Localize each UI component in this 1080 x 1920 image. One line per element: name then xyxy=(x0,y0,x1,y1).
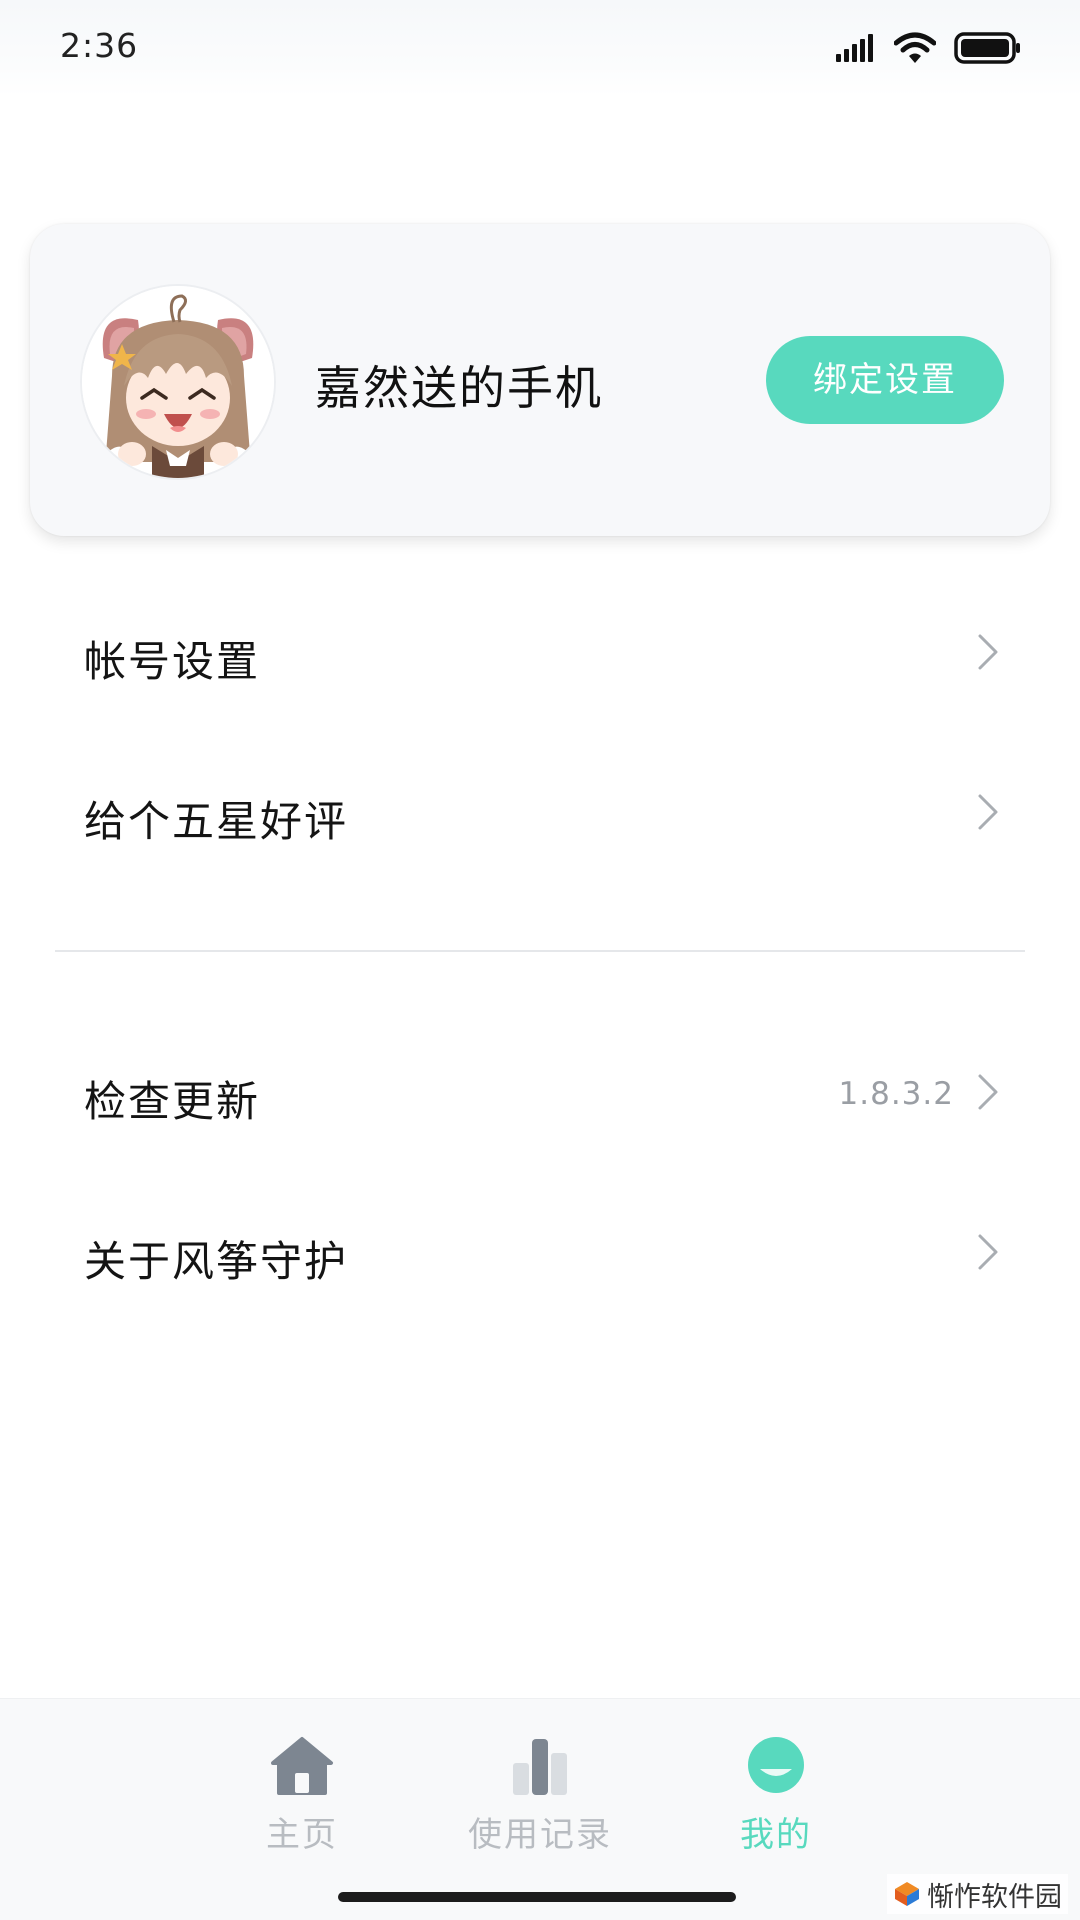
bind-settings-button[interactable]: 绑定设置 xyxy=(766,336,1004,424)
menu-item-label: 检查更新 xyxy=(84,1077,261,1126)
bar-chart-icon xyxy=(513,1739,567,1795)
menu-item-account-settings[interactable]: 帐号设置 xyxy=(0,592,1080,712)
wifi-icon xyxy=(894,32,936,63)
tab-mine[interactable]: 我的 xyxy=(686,1735,866,1865)
menu-item-label: 帐号设置 xyxy=(84,637,261,686)
menu-item-label: 给个五星好评 xyxy=(84,797,349,846)
chevron-right-icon xyxy=(978,1234,998,1270)
chevron-right-icon xyxy=(978,634,998,670)
device-name: 嘉然送的手机 xyxy=(315,361,603,415)
tab-home[interactable]: 主页 xyxy=(212,1735,392,1865)
chevron-right-icon xyxy=(978,1074,998,1110)
status-bar: 2:36 xyxy=(0,0,1080,96)
menu-item-about[interactable]: 关于风筝守护 xyxy=(0,1192,1080,1312)
menu-item-five-star-review[interactable]: 给个五星好评 xyxy=(0,752,1080,872)
tab-label: 我的 xyxy=(740,1815,812,1855)
watermark: 惭怍软件园 xyxy=(887,1874,1068,1914)
tab-label: 主页 xyxy=(266,1815,338,1855)
menu-item-label: 关于风筝守护 xyxy=(84,1237,349,1286)
battery-icon xyxy=(954,32,1020,64)
chevron-right-icon xyxy=(978,794,998,830)
watermark-logo-icon xyxy=(895,1882,919,1906)
profile-icon xyxy=(748,1737,804,1793)
tab-label: 使用记录 xyxy=(468,1815,612,1855)
profile-card[interactable]: 嘉然送的手机 绑定设置 xyxy=(30,224,1050,536)
home-icon xyxy=(271,1737,333,1795)
screen: 2:36 嘉然送的手机 绑定设置 帐号设置 给个五星好评 检查更新 1.8.3.… xyxy=(0,0,1080,1920)
avatar[interactable] xyxy=(80,284,276,480)
anime-girl-avatar-icon xyxy=(82,286,274,478)
menu-divider xyxy=(55,950,1025,952)
home-indicator[interactable] xyxy=(338,1892,736,1902)
tab-usage-records[interactable]: 使用记录 xyxy=(450,1735,630,1865)
status-time: 2:36 xyxy=(60,26,139,65)
watermark-text: 惭怍软件园 xyxy=(927,1881,1062,1913)
status-icons xyxy=(836,30,1022,66)
version-value: 1.8.3.2 xyxy=(838,1076,954,1112)
menu-item-check-update[interactable]: 检查更新 1.8.3.2 xyxy=(0,1032,1080,1152)
signal-icon xyxy=(836,34,873,62)
